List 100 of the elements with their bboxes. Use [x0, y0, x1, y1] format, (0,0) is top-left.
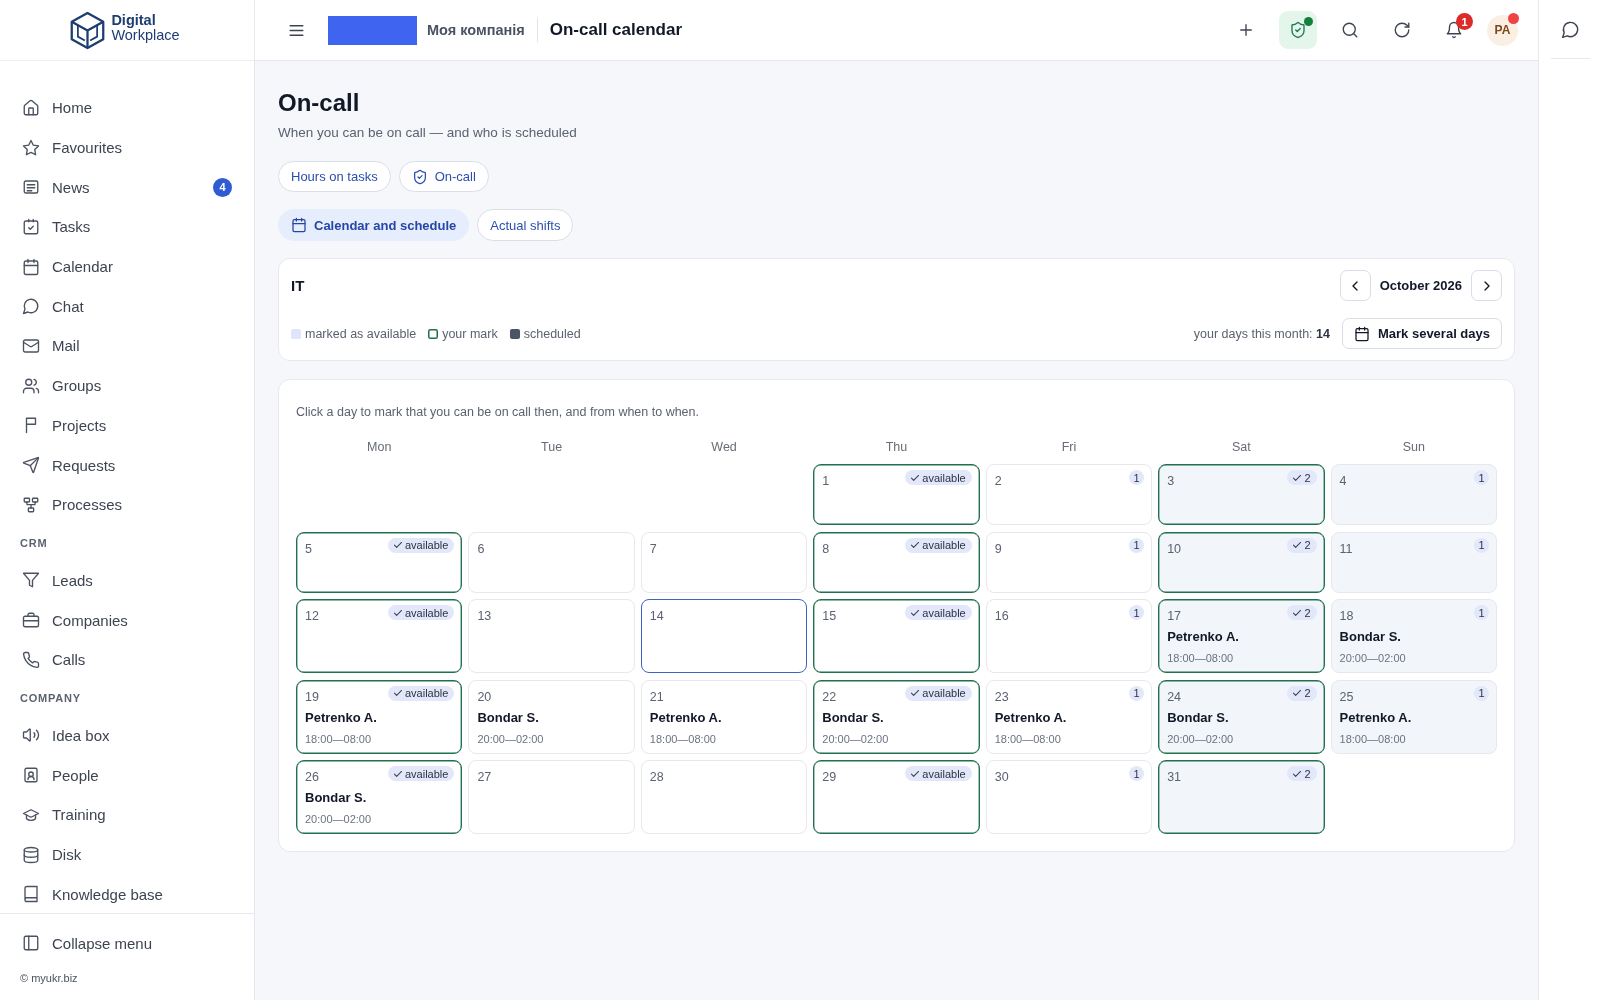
section-tab[interactable]: Hours on tasks: [278, 161, 391, 192]
calendar-icon: [22, 257, 40, 276]
user-avatar[interactable]: PA: [1487, 14, 1518, 46]
view-tab[interactable]: Actual shifts: [477, 209, 574, 241]
day-number: 12: [305, 608, 319, 624]
day-cell[interactable]: 30 1: [985, 760, 1153, 834]
shift-time: 18:00—08:00: [305, 731, 372, 746]
envelope-icon: [22, 336, 40, 355]
nav-item[interactable]: Requests: [12, 445, 242, 485]
star-icon: [22, 138, 40, 157]
shield-button[interactable]: [1279, 11, 1317, 49]
day-cell[interactable]: 5 available: [296, 531, 463, 593]
day-cell[interactable]: 21 Petrenko A. 18:00—08:00: [640, 679, 808, 754]
day-cell[interactable]: 11 1: [1330, 531, 1497, 593]
briefcase-icon: [22, 611, 40, 630]
nav-item[interactable]: Calls: [12, 639, 242, 680]
mark-status-text: available: [922, 767, 966, 780]
calendar-icon: [291, 217, 307, 233]
day-cell[interactable]: 16 1: [985, 599, 1153, 673]
shield-check-icon: [1289, 21, 1307, 39]
day-number: 28: [649, 769, 664, 785]
day-cell[interactable]: 28: [640, 760, 808, 834]
collapse-menu-button[interactable]: Collapse menu: [12, 923, 242, 963]
nav-item[interactable]: Idea box: [12, 715, 242, 756]
day-number: 20: [477, 688, 492, 705]
nav-item[interactable]: Knowledge base: [12, 874, 242, 913]
day-number: 11: [1339, 540, 1353, 557]
nav-item[interactable]: Processes: [12, 484, 242, 525]
day-cell[interactable]: 8 available: [813, 531, 980, 593]
count-badge: 4: [213, 177, 232, 197]
previous-month-button[interactable]: [1339, 270, 1371, 301]
day-number: 10: [1167, 540, 1182, 557]
month-label: October 2026: [1379, 278, 1462, 293]
person-card-icon: [22, 766, 40, 785]
nav-item[interactable]: Leads: [12, 560, 242, 601]
checkbox-icon: [22, 217, 40, 236]
check-icon: [394, 689, 402, 697]
check-icon: [1293, 689, 1302, 697]
shield-check-icon: [411, 168, 428, 185]
day-cell[interactable]: 3 2: [1158, 464, 1325, 525]
day-cell[interactable]: 19 available Petrenko A. 18:00—08:00: [296, 679, 463, 754]
day-cell[interactable]: 23 1 Petrenko A. 18:00—08:00: [985, 679, 1153, 754]
day-cell[interactable]: 25 1 Petrenko A. 18:00—08:00: [1330, 679, 1497, 754]
nav-item[interactable]: Groups: [12, 365, 242, 406]
day-number: 19: [305, 688, 319, 705]
next-month-button[interactable]: [1471, 270, 1502, 301]
nav-item[interactable]: Favourites: [12, 127, 242, 168]
shift-person: Petrenko A.: [1339, 709, 1412, 726]
mark-days-button[interactable]: Mark several days: [1341, 318, 1502, 349]
nav-item[interactable]: News: [12, 167, 213, 208]
nav-item[interactable]: Companies: [12, 600, 242, 640]
shift-person: Bondar S.: [305, 790, 367, 806]
mark-status-text: 1: [1478, 606, 1485, 619]
day-number: 17: [1167, 608, 1182, 624]
day-number: 7: [649, 540, 657, 557]
day-cell[interactable]: 22 available Bondar S. 20:00—02:00: [813, 679, 980, 754]
check-icon: [394, 769, 402, 778]
day-number: 29: [822, 769, 837, 785]
nav-item[interactable]: Chat: [12, 286, 242, 327]
section-tab[interactable]: On-call: [398, 161, 489, 192]
day-cell[interactable]: 14: [640, 599, 808, 673]
day-cell[interactable]: 10 2: [1158, 531, 1325, 593]
home-icon: [22, 98, 40, 117]
day-cell[interactable]: 4 1: [1330, 464, 1497, 525]
day-number: 25: [1339, 688, 1354, 705]
nav-item[interactable]: Training: [12, 795, 242, 835]
mark-status-text: 1: [1478, 687, 1485, 699]
day-cell[interactable]: 24 2 Bondar S. 20:00—02:00: [1158, 679, 1325, 754]
day-cell[interactable]: 9 1: [985, 531, 1153, 593]
mark-status-text: 1: [1478, 471, 1485, 484]
day-cell[interactable]: 1 available: [813, 464, 980, 525]
nav-item[interactable]: People: [12, 755, 242, 795]
nav-item[interactable]: Mail: [12, 326, 242, 366]
day-cell[interactable]: 26 available Bondar S. 20:00—02:00: [296, 760, 463, 834]
nav-item[interactable]: Projects: [12, 405, 242, 446]
check-icon: [1293, 541, 1302, 549]
nav-item[interactable]: Tasks: [12, 207, 242, 247]
day-cell[interactable]: 18 1 Bondar S. 20:00—02:00: [1330, 599, 1497, 673]
day-cell[interactable]: 20 Bondar S. 20:00—02:00: [468, 679, 635, 754]
weekday-label: Sat: [1231, 440, 1251, 454]
day-cell[interactable]: 6: [468, 531, 635, 593]
day-cell[interactable]: 29 available: [813, 760, 980, 834]
day-cell[interactable]: 17 2 Petrenko A. 18:00—08:00: [1158, 599, 1325, 673]
day-cell[interactable]: 7: [640, 531, 808, 593]
day-cell[interactable]: 2 1: [985, 464, 1153, 525]
nav-item[interactable]: Disk: [12, 834, 242, 875]
check-icon: [394, 541, 402, 549]
view-tab[interactable]: Calendar and schedule: [278, 209, 470, 241]
check-icon: [911, 608, 920, 617]
day-cell[interactable]: 15 available: [813, 599, 980, 673]
page-subtitle: When you can be on call — and who is scheduled: [278, 125, 577, 141]
day-cell[interactable]: 31 2: [1158, 760, 1325, 834]
nav-item[interactable]: Home: [12, 88, 242, 128]
day-number: 27: [477, 769, 492, 785]
day-cell[interactable]: 27: [468, 760, 635, 834]
nav-item[interactable]: Calendar: [12, 246, 242, 287]
day-cell[interactable]: 12 available: [296, 599, 463, 673]
people-icon: [22, 376, 40, 395]
day-cell[interactable]: 13: [468, 599, 635, 673]
shift-time: 18:00—08:00: [649, 731, 716, 746]
